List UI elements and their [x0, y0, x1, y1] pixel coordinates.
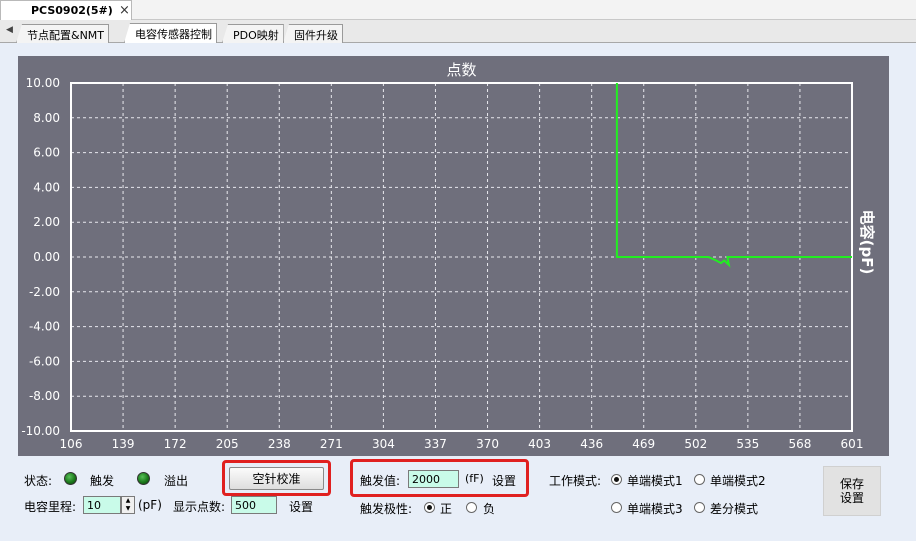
polarity-negative-radio[interactable] — [466, 502, 477, 513]
polarity-positive-label: 正 — [440, 502, 453, 516]
y-tick-label: 2.00 — [33, 215, 60, 229]
y-tick-label: 4.00 — [33, 180, 60, 194]
points-label: 显示点数: — [173, 500, 226, 514]
spin-down-icon[interactable]: ▼ — [122, 505, 134, 513]
trigger-value-label: 触发值: — [360, 474, 401, 488]
x-tick-label: 469 — [632, 437, 655, 451]
x-tick-label: 304 — [372, 437, 395, 451]
tab-capacitance-control[interactable]: 电容传感器控制 — [124, 23, 217, 43]
y-tick-label: 8.00 — [33, 111, 60, 125]
chart-title: 点数 — [446, 61, 476, 79]
mode-single3-radio[interactable] — [611, 502, 622, 513]
polarity-label: 触发极性: — [360, 502, 413, 516]
y-tick-label: -2.00 — [29, 285, 60, 299]
x-tick-label: 337 — [424, 437, 447, 451]
x-tick-label: 172 — [164, 437, 187, 451]
document-tab-strip: PCS0902(5#) × — [0, 0, 916, 20]
trigger-unit: (fF) — [465, 472, 484, 485]
document-tab-label: PCS0902(5#) — [31, 4, 113, 17]
status-label: 状态: — [24, 474, 53, 488]
range-input[interactable] — [83, 496, 121, 514]
trigger-indicator-icon — [64, 472, 77, 485]
calibrate-button[interactable]: 空针校准 — [229, 467, 324, 490]
mode-differential-label: 差分模式 — [710, 502, 759, 516]
save-settings-button[interactable]: 保存 设置 — [823, 466, 881, 516]
y-tick-label: 0.00 — [33, 250, 60, 264]
mode-single2-label: 单端模式2 — [710, 474, 766, 488]
series-line — [615, 83, 852, 268]
work-mode-label: 工作模式: — [549, 474, 602, 488]
x-tick-label: 271 — [320, 437, 343, 451]
mode-single2-radio[interactable] — [694, 474, 705, 485]
x-tick-label: 403 — [528, 437, 551, 451]
polarity-positive-radio[interactable] — [424, 502, 435, 513]
document-tab[interactable]: PCS0902(5#) × — [0, 0, 132, 20]
mode-differential-radio[interactable] — [694, 502, 705, 513]
trigger-value-input[interactable] — [408, 470, 459, 488]
y-tick-label: 10.00 — [26, 76, 60, 90]
chart-panel: 106 139 172 205 238 271 304 337 370 403 436 469 502 5… — [18, 56, 889, 456]
y-tick-label: -10.00 — [21, 424, 60, 438]
x-tick-label: 205 — [216, 437, 239, 451]
x-tick-label: 370 — [476, 437, 499, 451]
x-tick-label: 436 — [580, 437, 603, 451]
chart-ylabel: 电容(pF) — [858, 210, 876, 275]
x-tick-label: 535 — [736, 437, 759, 451]
x-tick-label: 106 — [60, 437, 83, 451]
x-tick-label: 502 — [684, 437, 707, 451]
overflow-indicator-icon — [137, 472, 150, 485]
save-settings-label: 保存 设置 — [839, 477, 864, 505]
x-tick-label: 601 — [841, 437, 864, 451]
trigger-set-button[interactable]: 设置 — [492, 472, 516, 489]
overflow-indicator-label: 溢出 — [164, 474, 189, 488]
mode-single1-radio[interactable] — [611, 474, 622, 485]
range-label: 电容里程: — [24, 500, 77, 514]
range-spinner[interactable]: ▲ ▼ — [121, 496, 135, 514]
close-icon[interactable]: × — [119, 3, 130, 18]
y-tick-label: 6.00 — [33, 146, 60, 160]
x-tick-label: 238 — [268, 437, 291, 451]
capacitance-chart: 106 139 172 205 238 271 304 337 370 403 436 469 502 5… — [21, 61, 876, 451]
y-tick-label: -8.00 — [29, 389, 60, 403]
points-input[interactable] — [231, 496, 277, 514]
tab-node-config[interactable]: 节点配置&NMT — [16, 24, 110, 43]
spin-up-icon[interactable]: ▲ — [122, 497, 134, 505]
mode-single1-label: 单端模式1 — [627, 474, 683, 488]
mode-single3-label: 单端模式3 — [627, 502, 683, 516]
range-unit: (pF) — [138, 498, 162, 512]
tab-firmware-upgrade[interactable]: 固件升级 — [283, 24, 343, 43]
x-tick-label: 568 — [788, 437, 811, 451]
polarity-negative-label: 负 — [483, 502, 496, 516]
x-tick-label: 139 — [112, 437, 135, 451]
y-tick-label: -6.00 — [29, 354, 60, 368]
tab-pdo-mapping[interactable]: PDO映射 — [222, 24, 284, 43]
tab-strip: ◀ 节点配置&NMT 电容传感器控制 PDO映射 固件升级 — [0, 20, 916, 43]
trigger-indicator-label: 触发 — [90, 474, 115, 488]
tab-scroll-left-icon[interactable]: ◀ — [6, 25, 13, 35]
y-tick-label: -4.00 — [29, 320, 60, 334]
points-set-button[interactable]: 设置 — [289, 498, 313, 515]
